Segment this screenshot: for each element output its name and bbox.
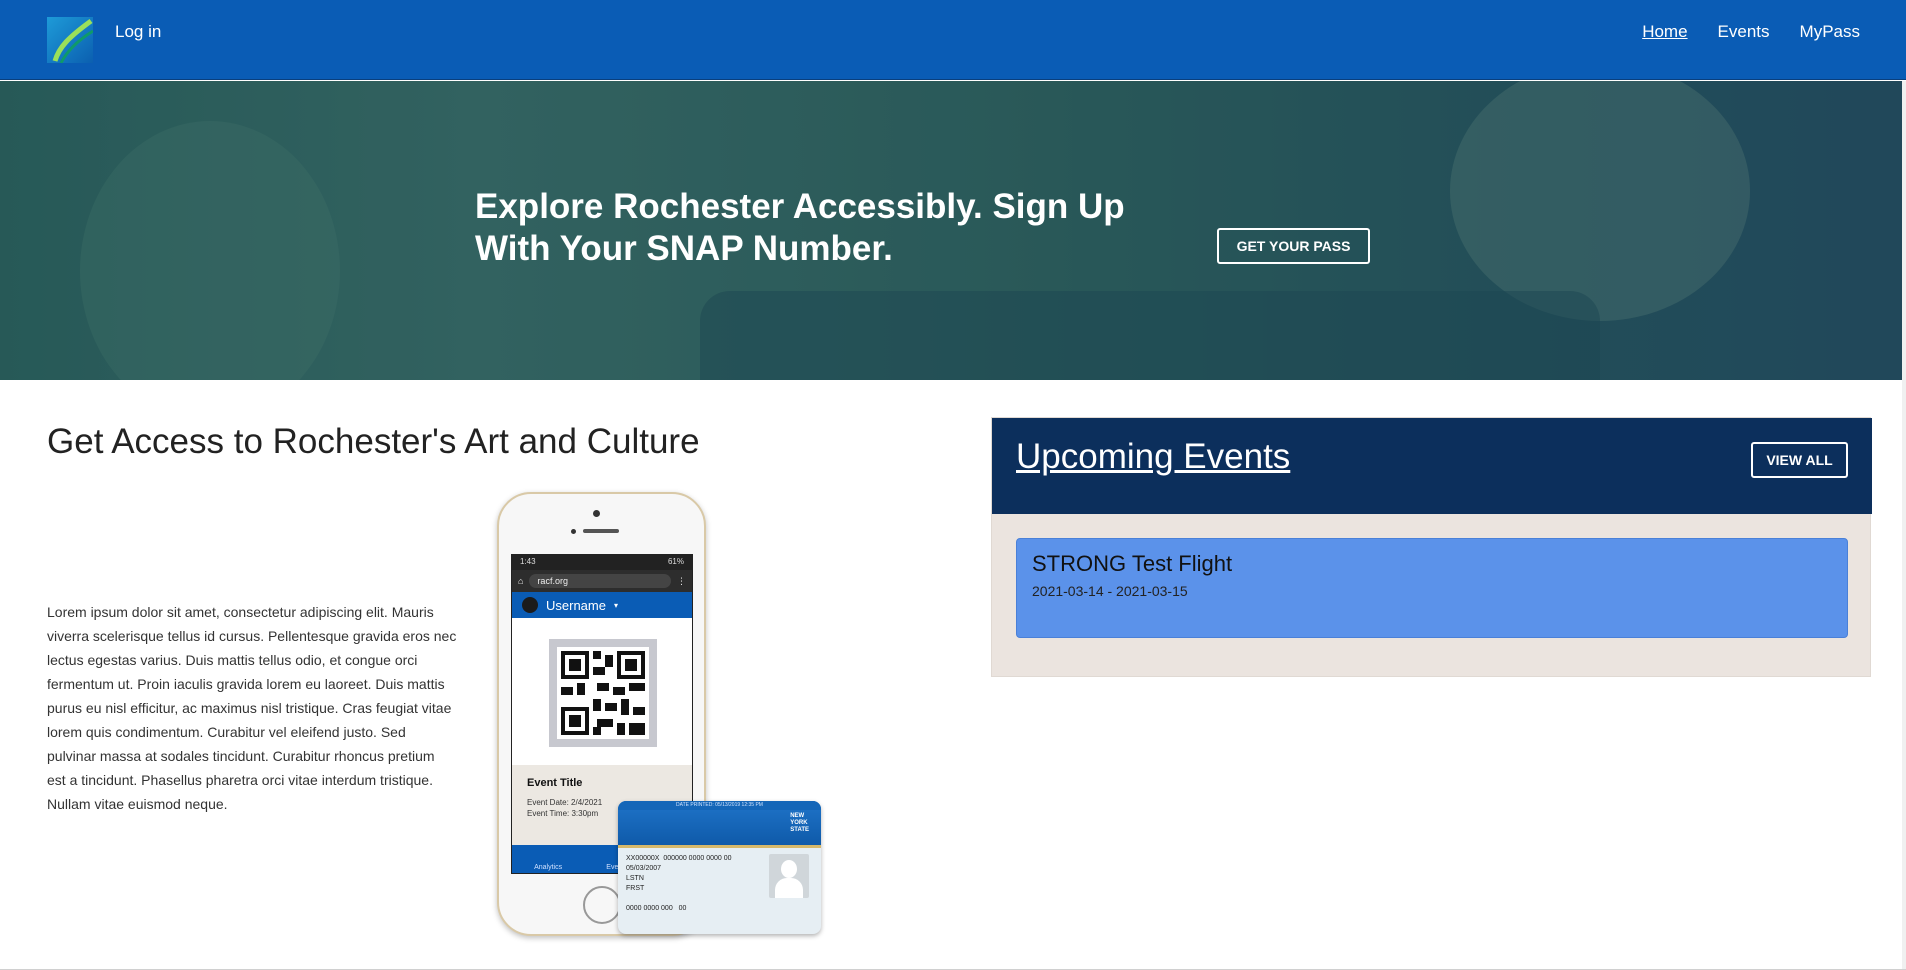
phone-status-time: 1:43 bbox=[520, 557, 536, 566]
more-icon: ⋮ bbox=[677, 575, 686, 586]
phone-status-battery: 61% bbox=[667, 557, 684, 566]
phone-url-bar: ⌂ racf.org ⋮ bbox=[512, 570, 692, 592]
phone-status-bar: 1:43 61% bbox=[512, 555, 692, 570]
hero-banner: Explore Rochester Accessibly. Sign Up Wi… bbox=[0, 81, 1906, 380]
upcoming-events-panel: Upcoming Events VIEW ALL STRONG Test Fli… bbox=[991, 417, 1872, 677]
id-card-print-date: DATE PRINTED: 05/13/2019 12:35 PM bbox=[618, 801, 821, 810]
phone-speaker-icon bbox=[583, 529, 619, 533]
id-card-photo-icon bbox=[769, 854, 809, 898]
nav-events-link[interactable]: Events bbox=[1718, 22, 1770, 42]
upcoming-events-title-link[interactable]: Upcoming Events bbox=[1016, 437, 1290, 477]
get-your-pass-button[interactable]: GET YOUR PASS bbox=[1217, 228, 1370, 264]
page-scrollbar[interactable] bbox=[1902, 81, 1906, 970]
id-card-access: 0000 0000 000 00 bbox=[626, 904, 813, 914]
nav-links: Home Events MyPass bbox=[1642, 22, 1860, 42]
phone-sensor-icon bbox=[571, 529, 576, 534]
event-card[interactable]: STRONG Test Flight 2021-03-14 - 2021-03-… bbox=[1016, 538, 1848, 638]
phone-camera-icon bbox=[593, 510, 600, 517]
phone-event-title: Event Title bbox=[527, 777, 583, 789]
user-avatar-icon bbox=[522, 597, 538, 613]
qr-code-image bbox=[549, 639, 657, 747]
phone-username: Username bbox=[546, 597, 606, 613]
upcoming-events-header: Upcoming Events VIEW ALL bbox=[992, 418, 1872, 514]
qr-code-icon bbox=[557, 647, 649, 739]
chevron-down-icon: ▾ bbox=[613, 600, 618, 610]
section-title: Get Access to Rochester's Art and Cultur… bbox=[47, 422, 700, 461]
id-card-card-number: 000000 0000 0000 00 bbox=[663, 855, 732, 862]
hero-title: Explore Rochester Accessibly. Sign Up Wi… bbox=[475, 187, 1125, 268]
event-name: STRONG Test Flight bbox=[1032, 551, 1233, 576]
phone-tab-analytics: Analytics bbox=[534, 864, 563, 871]
id-card-body: XX00000X 000000 0000 0000 00 05/03/2007 … bbox=[618, 848, 821, 920]
home-icon: ⌂ bbox=[518, 576, 524, 586]
id-card-access-suffix: 00 bbox=[678, 905, 687, 912]
phone-home-button bbox=[583, 886, 621, 924]
top-navbar: Log in Home Events MyPass bbox=[0, 0, 1906, 80]
phone-user-bar: Username ▾ bbox=[512, 592, 692, 618]
id-card-access-number: 0000 0000 000 bbox=[626, 905, 673, 912]
view-all-button[interactable]: VIEW ALL bbox=[1751, 442, 1848, 478]
event-dates: 2021-03-14 - 2021-03-15 bbox=[1032, 583, 1188, 599]
nav-mypass-link[interactable]: MyPass bbox=[1800, 22, 1860, 42]
phone-url: racf.org bbox=[529, 574, 671, 588]
intro-paragraph: Lorem ipsum dolor sit amet, consectetur … bbox=[47, 604, 457, 812]
nav-home-link[interactable]: Home bbox=[1642, 22, 1687, 42]
id-card-id-number: XX00000X bbox=[626, 855, 660, 862]
id-card-state-line: NEW bbox=[790, 813, 805, 819]
id-card-state-line: STATE bbox=[790, 827, 809, 833]
site-logo[interactable] bbox=[47, 17, 93, 63]
id-card-state: NEW YORK STATE bbox=[790, 813, 809, 834]
id-card-state-line: YORK bbox=[790, 820, 808, 826]
id-card-image: DATE PRINTED: 05/13/2019 12:35 PM NEW YO… bbox=[618, 801, 821, 934]
login-link[interactable]: Log in bbox=[115, 22, 161, 42]
id-card-header: DATE PRINTED: 05/13/2019 12:35 PM NEW YO… bbox=[618, 801, 821, 845]
logo-swoosh-icon bbox=[52, 18, 93, 63]
